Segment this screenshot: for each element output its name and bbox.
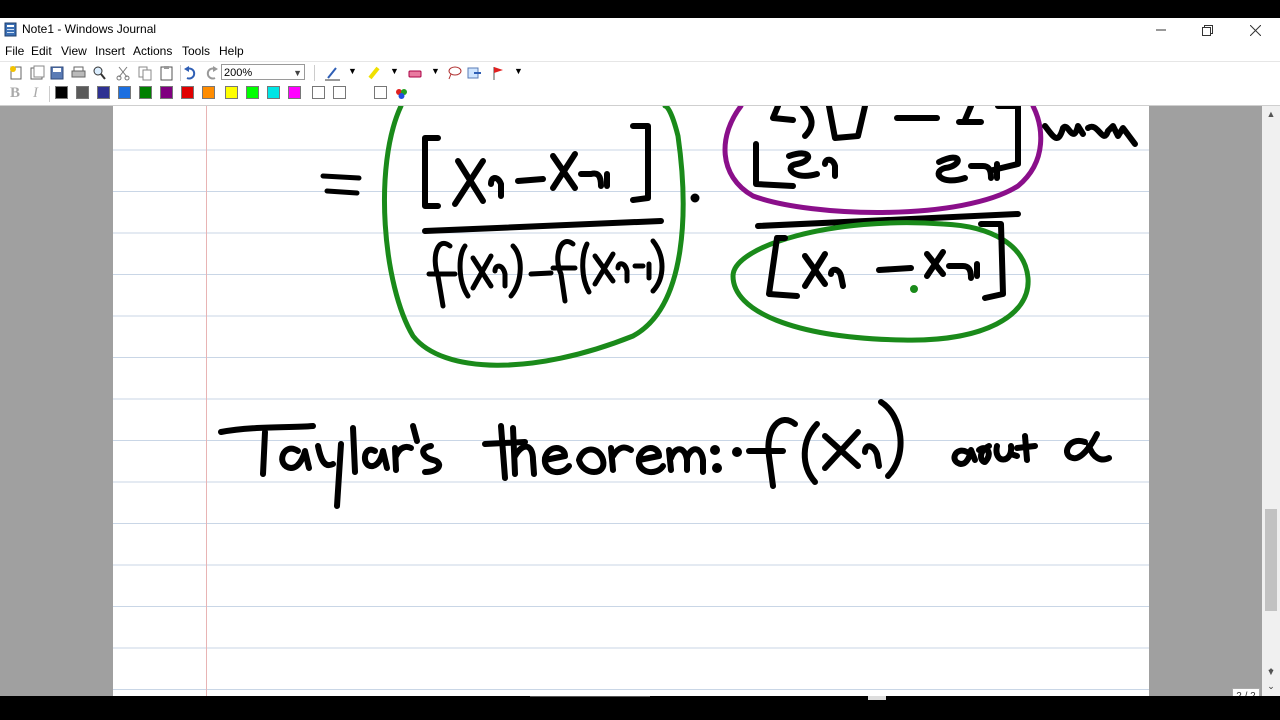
title-bar: Note1 - Windows Journal	[0, 18, 1280, 42]
menu-file[interactable]: File	[5, 44, 24, 58]
ink-equals	[320, 173, 362, 196]
menu-actions[interactable]: Actions	[133, 44, 172, 58]
note-canvas[interactable]	[0, 106, 1262, 696]
minimize-button[interactable]	[1138, 18, 1184, 42]
color-swatch[interactable]	[76, 86, 89, 99]
toolbar-separator	[314, 65, 315, 81]
menu-bar: File Edit View Insert Actions Tools Help	[0, 42, 1280, 60]
color-swatch[interactable]	[374, 86, 387, 99]
previous-page-icon[interactable]: ⌃	[1264, 666, 1278, 678]
color-swatch[interactable]	[288, 86, 301, 99]
color-swatch[interactable]	[118, 86, 131, 99]
color-swatch[interactable]	[333, 86, 346, 99]
bold-button[interactable]: B	[10, 85, 20, 102]
minimize-icon	[1156, 29, 1166, 31]
menu-tools[interactable]: Tools	[182, 44, 210, 58]
ink-top-right-terms	[753, 106, 1138, 189]
toolbar-separator	[180, 65, 181, 81]
undo-icon[interactable]	[182, 65, 199, 81]
more-colors-icon[interactable]	[393, 86, 410, 102]
color-swatch[interactable]	[55, 86, 68, 99]
pen-icon[interactable]	[324, 65, 341, 81]
toolbar-separator	[49, 86, 50, 102]
restore-icon	[1201, 24, 1213, 36]
find-icon[interactable]	[91, 65, 108, 81]
highlighter-dropdown-icon[interactable]: ▼	[390, 66, 399, 76]
close-button[interactable]	[1232, 18, 1278, 42]
color-swatch[interactable]	[97, 86, 110, 99]
bottom-screen-bar	[0, 696, 1280, 720]
color-swatch[interactable]	[225, 86, 238, 99]
color-swatch[interactable]	[267, 86, 280, 99]
bottom-marker	[868, 696, 886, 700]
color-swatch[interactable]	[160, 86, 173, 99]
ink-bracket-numerator	[422, 123, 651, 209]
menu-insert[interactable]: Insert	[95, 44, 125, 58]
color-swatch[interactable]	[312, 86, 325, 99]
flag-dropdown-icon[interactable]: ▼	[514, 66, 523, 76]
lasso-icon[interactable]	[446, 65, 463, 81]
top-screen-bar	[0, 0, 1280, 18]
eraser-icon[interactable]	[407, 65, 424, 81]
pen-dropdown-icon[interactable]: ▼	[348, 66, 357, 76]
ink-taylors-theorem	[218, 399, 1112, 509]
zoom-value: 200%	[224, 67, 253, 79]
journal-window: Note1 - Windows Journal File Edit View I…	[0, 18, 1280, 706]
highlighter-icon[interactable]	[366, 65, 383, 81]
ink-denominator	[426, 238, 665, 309]
menu-edit[interactable]: Edit	[31, 44, 52, 58]
close-icon	[1249, 24, 1261, 36]
italic-button[interactable]: I	[33, 85, 38, 102]
menu-view[interactable]: View	[61, 44, 87, 58]
color-swatch[interactable]	[139, 86, 152, 99]
flag-icon[interactable]	[490, 65, 507, 81]
cut-icon[interactable]	[115, 65, 132, 81]
ink-fraction-bar-left	[422, 218, 664, 234]
standard-toolbar: 200% ▼ ▼ ▼ ▼ ▼	[0, 61, 1280, 84]
format-toolbar: B I	[0, 83, 1280, 106]
zoom-select[interactable]: 200% ▼	[221, 64, 305, 80]
bottom-divider	[530, 696, 650, 697]
handwriting-ink	[218, 106, 1138, 509]
ink-green-circle-left	[382, 106, 686, 368]
paste-icon[interactable]	[158, 65, 175, 81]
journal-app-icon	[4, 22, 17, 37]
save-icon[interactable]	[49, 65, 66, 81]
eraser-dropdown-icon[interactable]: ▼	[431, 66, 440, 76]
color-swatch[interactable]	[202, 86, 215, 99]
chevron-down-icon: ▼	[293, 68, 302, 78]
scroll-up-icon[interactable]: ▲	[1262, 106, 1280, 122]
next-page-icon[interactable]: ⌄	[1264, 680, 1278, 692]
redo-icon[interactable]	[203, 65, 220, 81]
note-page[interactable]	[113, 106, 1149, 696]
open-file-icon[interactable]	[29, 65, 46, 81]
scroll-thumb[interactable]	[1265, 509, 1277, 611]
insert-space-icon[interactable]	[466, 65, 483, 81]
color-swatch[interactable]	[181, 86, 194, 99]
ink-multiply-dot	[690, 193, 700, 203]
new-note-icon[interactable]	[8, 65, 25, 81]
color-swatch[interactable]	[246, 86, 259, 99]
menu-help[interactable]: Help	[219, 44, 244, 58]
window-title: Note1 - Windows Journal	[22, 22, 157, 36]
ink-green-dot	[910, 285, 918, 293]
vertical-scrollbar[interactable]: ▲ ▼	[1262, 106, 1280, 696]
copy-icon[interactable]	[137, 65, 154, 81]
restore-button[interactable]	[1184, 18, 1230, 42]
ink-purple-circle	[722, 106, 1044, 215]
print-icon[interactable]	[70, 65, 87, 81]
